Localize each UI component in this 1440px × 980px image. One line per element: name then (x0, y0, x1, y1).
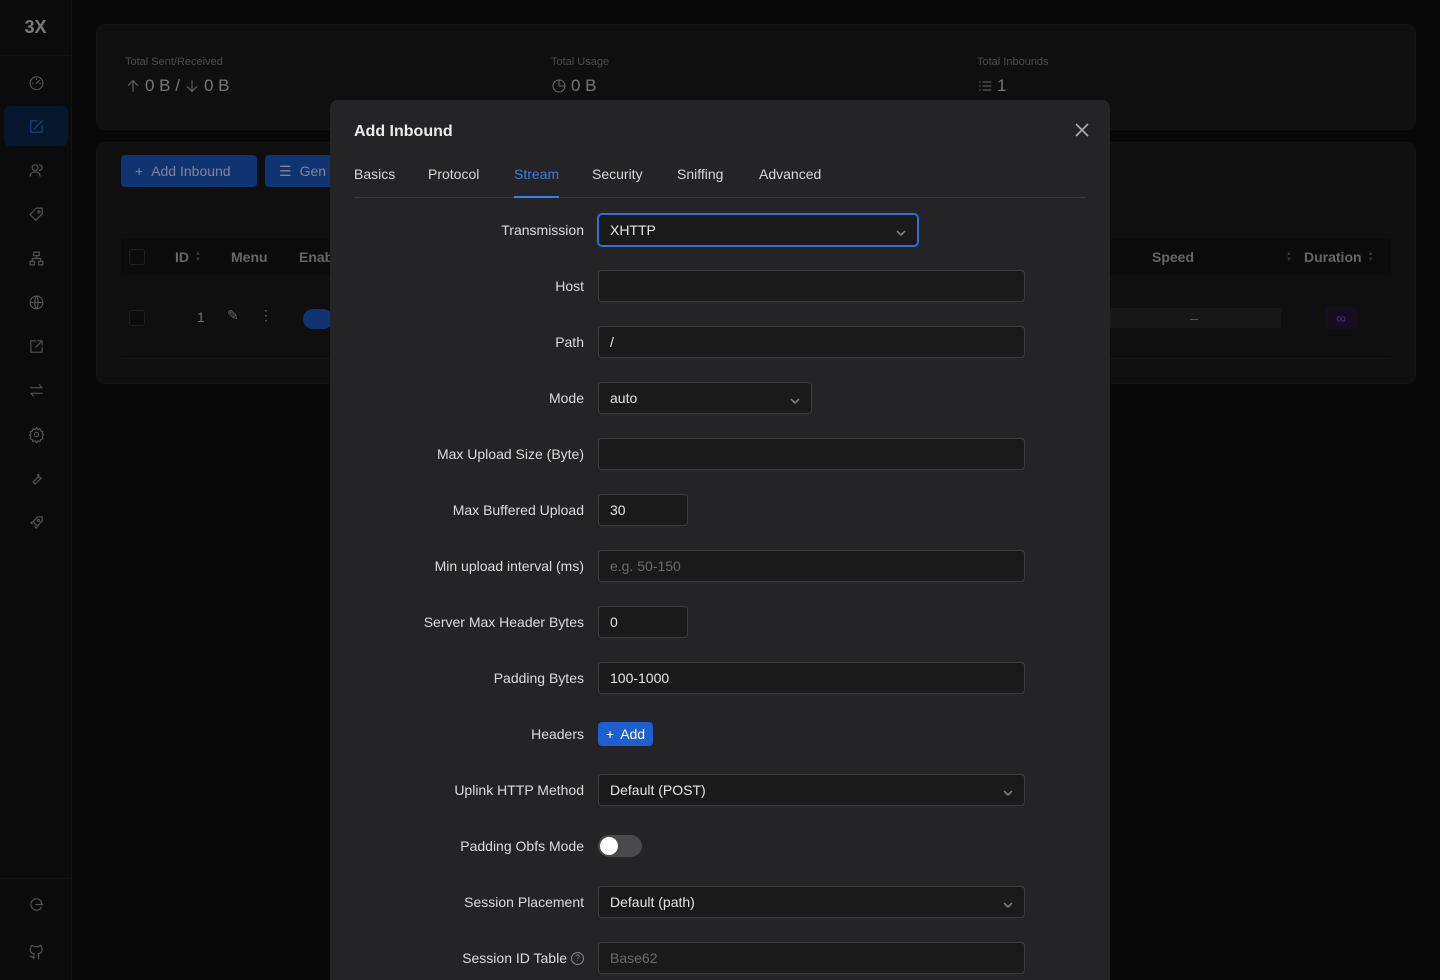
transmission-label: Transmission (501, 222, 584, 238)
padding-obfs-mode-switch[interactable] (598, 835, 642, 857)
add-inbound-modal: Add Inbound Basics Protocol Stream Secur… (330, 100, 1110, 980)
mode-row: Mode auto (330, 382, 1110, 414)
modal-tabs: Basics Protocol Stream Security Sniffing… (354, 162, 1086, 198)
host-input[interactable] (598, 270, 1025, 302)
help-icon[interactable]: ? (571, 951, 584, 965)
path-input[interactable]: / (598, 326, 1025, 358)
chevron-down-icon (790, 393, 800, 405)
min-upload-interval-row: Min upload interval (ms) e.g. 50-150 (330, 550, 1110, 582)
server-max-header-bytes-label: Server Max Header Bytes (423, 614, 584, 630)
session-placement-select[interactable]: Default (path) (598, 886, 1025, 918)
max-upload-size-input[interactable] (598, 438, 1025, 470)
tab-basics[interactable]: Basics (354, 166, 395, 198)
tab-sniffing[interactable]: Sniffing (677, 166, 723, 198)
tab-protocol[interactable]: Protocol (428, 166, 479, 198)
uplink-http-method-row: Uplink HTTP Method Default (POST) (330, 774, 1110, 806)
chevron-down-icon (1003, 897, 1013, 909)
path-label: Path (555, 334, 584, 350)
uplink-http-method-label: Uplink HTTP Method (454, 782, 584, 798)
host-row: Host (330, 270, 1110, 302)
min-upload-interval-input[interactable]: e.g. 50-150 (598, 550, 1025, 582)
uplink-http-method-select[interactable]: Default (POST) (598, 774, 1025, 806)
tab-stream[interactable]: Stream (514, 166, 560, 198)
mode-value: auto (610, 390, 638, 406)
padding-obfs-mode-label: Padding Obfs Mode (460, 838, 584, 854)
session-placement-row: Session Placement Default (path) (330, 886, 1110, 918)
padding-obfs-mode-row: Padding Obfs Mode (330, 830, 1110, 862)
headers-label: Headers (531, 726, 584, 742)
tab-security[interactable]: Security (592, 166, 643, 198)
session-placement-value: Default (path) (610, 894, 695, 910)
host-label: Host (555, 278, 584, 294)
transmission-select[interactable]: XHTTP (598, 214, 918, 246)
close-button[interactable] (1070, 118, 1094, 142)
modal-title: Add Inbound (354, 123, 453, 140)
padding-bytes-row: Padding Bytes 100-1000 (330, 662, 1110, 694)
max-upload-size-label: Max Upload Size (Byte) (436, 446, 584, 462)
server-max-header-bytes-row: Server Max Header Bytes 0 (330, 606, 1110, 638)
session-id-table-label: Session ID Table ? (462, 942, 584, 974)
mode-label: Mode (548, 390, 584, 406)
max-upload-size-row: Max Upload Size (Byte) (330, 438, 1110, 470)
switch-knob (600, 837, 618, 855)
session-id-table-row: Session ID Table ? Base62 (330, 942, 1110, 974)
transmission-row: Transmission XHTTP (330, 214, 1110, 246)
padding-bytes-input[interactable]: 100-1000 (598, 662, 1025, 694)
max-buffered-upload-input[interactable]: 30 (598, 494, 688, 526)
chevron-down-icon (1003, 785, 1013, 797)
server-max-header-bytes-input[interactable]: 0 (598, 606, 688, 638)
padding-bytes-label: Padding Bytes (493, 670, 584, 686)
tab-advanced[interactable]: Advanced (759, 166, 821, 198)
mode-select[interactable]: auto (598, 382, 812, 414)
session-id-table-input[interactable]: Base62 (598, 942, 1025, 974)
max-buffered-upload-row: Max Buffered Upload 30 (330, 494, 1110, 526)
plus-icon: + (606, 726, 615, 742)
min-upload-interval-label: Min upload interval (ms) (434, 558, 584, 574)
session-placement-label: Session Placement (464, 894, 584, 910)
close-icon (1075, 123, 1089, 137)
transmission-value: XHTTP (610, 222, 656, 238)
path-row: Path / (330, 326, 1110, 358)
max-buffered-upload-label: Max Buffered Upload (452, 502, 584, 518)
add-header-button[interactable]: + Add (598, 722, 654, 746)
session-id-table-label-text: Session ID Table (462, 950, 567, 966)
chevron-down-icon (896, 225, 906, 237)
headers-row: Headers + Add (330, 718, 1110, 750)
add-header-label: Add (620, 726, 646, 742)
uplink-http-method-value: Default (POST) (610, 782, 706, 798)
